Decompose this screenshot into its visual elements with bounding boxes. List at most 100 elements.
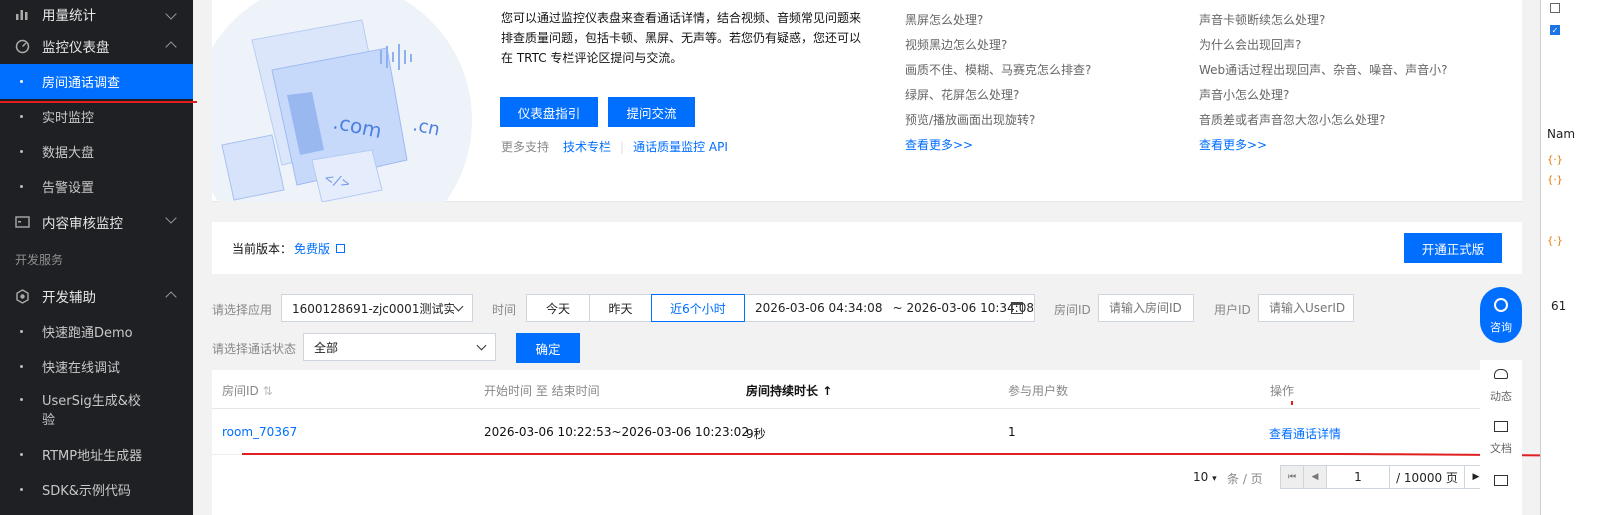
checkbox[interactable] [1550,3,1560,13]
quality-api-link[interactable]: 通话质量监控 API [633,138,728,155]
sidebar-item-room-call-survey[interactable]: 房间通话调查 [0,64,193,99]
date-range-picker[interactable]: 2026-03-06 04:34:08 ~ 2026-03-06 10:34:0… [744,294,1035,322]
seg-last-6-hours[interactable]: 近6个小时 [651,294,745,322]
sort-icon: ⇅ [262,384,273,398]
sidebar-item-label: UserSig生成&校验 [42,393,141,428]
devtools-count: 61 [1551,299,1567,313]
annotation-underline [0,101,197,103]
sidebar-item-realtime-monitor[interactable]: 实时监控 [0,99,193,134]
book-icon [1494,421,1508,432]
faq-link[interactable]: 绿屏、花屏怎么处理? [905,83,1091,108]
headset-icon [1494,298,1508,312]
dynamic-button[interactable]: 动态 [1480,360,1522,410]
faq-video-list: 黑屏怎么处理? 视频黑边怎么处理? 画质不佳、模糊、马赛克怎么排查? 绿屏、花屏… [905,8,1091,158]
nav-group-label: 内容审核监控 [42,216,123,232]
sidebar-item-label: 快速在线调试 [42,361,121,376]
sidebar-item-data-board[interactable]: 数据大盘 [0,134,193,169]
upgrade-button[interactable]: 开通正式版 [1404,233,1502,263]
dashboard-icon [14,38,30,54]
sidebar-item-quick-demo[interactable]: 快速跑通Demo [0,314,193,349]
checkbox-checked[interactable]: ✓ [1550,25,1560,35]
chevron-down-icon [165,8,177,20]
faq-link[interactable]: 视频黑边怎么处理? [905,33,1091,58]
time-cell: 2026-03-06 10:22:53~2026-03-06 10:23:02 [484,425,749,439]
faq-link[interactable]: 音质差或者声音忽大忽小怎么处理? [1199,108,1448,133]
room-id-input[interactable] [1098,294,1194,322]
view-more-link[interactable]: 查看更多>> [1199,133,1448,158]
nav-group-content-audit[interactable]: 内容审核监控 [0,204,193,240]
faq-link[interactable]: Web通话过程出现回声、杂音、噪音、声音小? [1199,58,1448,83]
version-bar: 当前版本： 免费版 开通正式版 [212,222,1522,274]
seg-today[interactable]: 今天 [526,294,590,322]
nav-group-usage[interactable]: 用量统计 [0,0,193,28]
sidebar-item-rtmp[interactable]: RTMP地址生成器 [0,437,193,472]
user-id-input[interactable] [1258,294,1354,322]
sidebar-item-label: 实时监控 [42,111,95,126]
sidebar-item-sdk-samples[interactable]: SDK&示例代码 [0,472,193,507]
chevron-down-icon [476,340,487,351]
time-label: 时间 [492,303,517,317]
faq-link[interactable]: 预览/播放画面出现旋转? [905,108,1091,133]
current-version: 当前版本： 免费版 [232,240,346,257]
ask-question-button[interactable]: 提问交流 [608,97,695,127]
feedback-button[interactable] [1480,465,1522,515]
bullet-dot [20,398,23,401]
docs-button[interactable]: 文档 [1480,412,1522,462]
nav-group-dev-assist[interactable]: 开发辅助 [0,278,193,314]
monitor-icon [14,214,30,230]
confirm-button[interactable]: 确定 [516,333,580,363]
faq-link[interactable]: 声音小怎么处理? [1199,83,1448,108]
dashboard-guide-button[interactable]: 仪表盘指引 [500,97,598,127]
th-time: 开始时间 至 结束时间 [484,384,600,398]
view-call-detail-link[interactable]: 查看通话详情 [1269,425,1341,442]
sidebar-item-usersig[interactable]: UserSig生成&校验 [0,384,193,437]
annotation-mark [1291,401,1293,405]
bullet-dot [20,80,23,83]
sidebar: 用量统计 监控仪表盘 房间通话调查 实时监控 数据大盘 告警设置 内容审核监控 … [0,0,193,515]
tech-column-link[interactable]: 技术专栏 [563,138,611,155]
sidebar-item-online-debug[interactable]: 快速在线调试 [0,349,193,384]
users-cell: 1 [1008,425,1016,439]
status-label: 请选择通话状态 [212,342,297,356]
faq-link[interactable]: 声音卡顿断续怎么处理? [1199,8,1448,33]
json-icon: {·} [1547,155,1563,166]
annotation-stroke [241,452,1623,466]
page-size-select[interactable]: 10 ▾ [1193,470,1217,484]
app-select-value: 1600128691-zjc0001测试实时音 [292,301,454,316]
room-table: 房间ID ⇅ 开始时间 至 结束时间 房间持续时长 ↑ 参与用户数 操作 roo… [212,370,1522,515]
faq-link[interactable]: 黑屏怎么处理? [905,8,1091,33]
view-more-link[interactable]: 查看更多>> [905,133,1091,158]
faq-link[interactable]: 为什么会出现回声? [1199,33,1448,58]
illustration: .com .cn </> [212,0,482,202]
version-value-link[interactable]: 免费版 [294,240,330,257]
intro-text: 您可以通过监控仪表盘来查看通话详情，结合视频、音频常见问题来排查质量问题，包括卡… [501,11,862,65]
table-row: room_70367 2026-03-06 10:22:53~2026-03-0… [212,409,1522,455]
nav-group-dashboard[interactable]: 监控仪表盘 [0,28,193,64]
json-icon: {·} [1547,236,1563,247]
sidebar-item-alert-settings[interactable]: 告警设置 [0,169,193,204]
table-header: 房间ID ⇅ 开始时间 至 结束时间 房间持续时长 ↑ 参与用户数 操作 [212,370,1522,409]
more-support-label: 更多支持 [501,140,550,154]
app-select[interactable]: 1600128691-zjc0001测试实时音 [281,294,473,322]
seg-yesterday[interactable]: 昨天 [589,294,652,322]
bar-chart-icon [14,6,30,22]
sidebar-item-label: 快速跑通Demo [42,326,133,341]
bullet-dot [20,453,23,456]
faq-audio-list: 声音卡顿断续怎么处理? 为什么会出现回声? Web通话过程出现回声、杂音、噪音、… [1199,8,1448,158]
room-id-link[interactable]: room_70367 [222,425,297,439]
duration-cell: 9秒 [746,427,766,441]
consult-label: 咨询 [1490,321,1512,334]
status-select[interactable]: 全部 [303,333,496,361]
version-label: 当前版本： [232,242,293,256]
calendar-icon [1011,302,1023,314]
th-room-id[interactable]: 房间ID ⇅ [222,382,273,399]
nav-group-label: 用量统计 [42,8,96,24]
faq-link[interactable]: 画质不佳、模糊、马赛克怎么排查? [905,58,1091,83]
sidebar-item-label: SDK&示例代码 [42,484,131,499]
bullet-dot [20,115,23,118]
nav-group-label: 开发辅助 [42,290,96,306]
th-duration[interactable]: 房间持续时长 ↑ [746,382,832,399]
consult-button[interactable]: 咨询 [1480,287,1522,343]
sidebar-item-label: 告警设置 [42,181,95,196]
json-icon: {·} [1547,175,1563,186]
